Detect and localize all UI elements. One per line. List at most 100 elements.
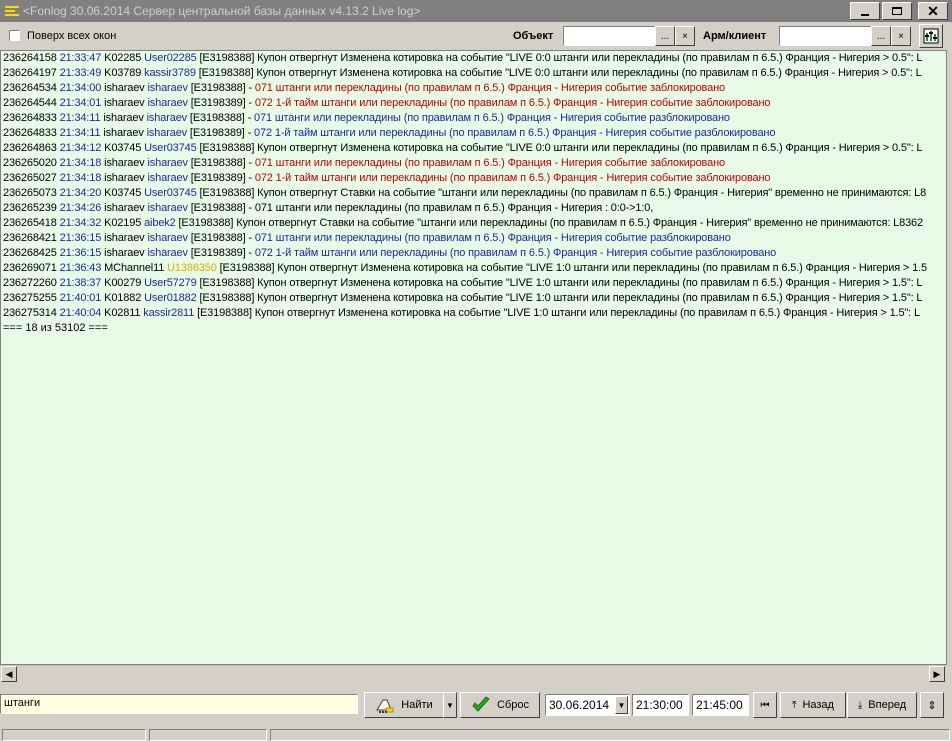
reset-button[interactable]: Сброс [460,692,540,718]
log-line[interactable]: 236265027 21:34:18 isharaev isharaev [E3… [1,171,946,186]
log-segment: 072 1-й тайм штанги или перекладины (по … [254,247,777,259]
log-segment: 21:33:49 [59,67,102,79]
log-segment: isharaev [101,232,148,244]
log-segment: 072 1-й тайм штанги или перекладины (по … [254,127,776,139]
log-segment: [E3198388] Купон отвергнут Изменена коти… [196,277,923,289]
horizontal-scrollbar[interactable]: ◀ ▶ [0,665,947,683]
on-top-checkbox[interactable] [9,30,20,41]
log-line[interactable]: 236264833 21:34:11 isharaev isharaev [E3… [1,126,946,141]
log-segment: 236275314 [3,307,60,319]
log-segment: [E3198388] Купон отвергнут Изменена коти… [216,262,928,274]
log-segment: K02285 [101,52,145,64]
log-segment: 236264863 [3,142,60,154]
log-segment: K03745 [101,187,145,199]
minimize-button[interactable] [850,2,880,20]
log-line[interactable]: 236264534 21:34:00 isharaev isharaev [E3… [1,81,946,96]
log-segment: 236272260 [3,277,60,289]
forward-button[interactable]: ⤓ Вперед [847,692,917,718]
log-segment: isharaev [147,172,188,184]
log-segment: 21:33:47 [59,52,102,64]
arm-client-clear-button[interactable]: × [891,26,911,46]
log-segment: [E3198388] - [187,232,255,244]
log-segment: [E3198388] - [187,112,255,124]
chevron-down-icon: ▼ [617,700,626,710]
log-segment: isharaev [147,82,188,94]
log-line[interactable]: 236265020 21:34:18 isharaev isharaev [E3… [1,156,946,171]
log-segment: isharaev [147,232,188,244]
log-line[interactable]: 236264863 21:34:12 K03745 User03745 [E31… [1,141,946,156]
log-segment: User57279 [144,277,197,289]
log-segment: U1386350 [167,262,217,274]
reset-label: Сброс [497,699,529,711]
date-picker[interactable]: 30.06.2014 ▼ [545,694,630,716]
log-line[interactable]: 236275314 21:40:04 K02811 kassir2811 [E3… [1,306,946,321]
object-clear-button[interactable]: × [675,26,695,46]
log-line[interactable]: 236265073 21:34:20 K03745 User03745 [E31… [1,186,946,201]
log-segment: User03745 [144,187,197,199]
log-segment: K00279 [101,277,145,289]
log-segment: [E3198388] Купон отвергнут Ставки на соб… [196,187,927,199]
log-line[interactable]: 236268425 21:36:15 isharaev isharaev [E3… [1,246,946,261]
find-dropdown-button[interactable]: ▼ [443,692,457,718]
arm-client-browse-button[interactable]: ... [871,26,891,46]
log-segment: [E3198388] Купон отвергнут Изменена коти… [196,142,923,154]
settings-button[interactable] [919,24,943,48]
time-from-input[interactable]: 21:30:00 [632,694,689,716]
status-panel-3 [270,729,950,741]
log-segment: isharaev [101,97,148,109]
close-button[interactable]: ✕ [918,2,948,20]
title-bar: <Fonlog 30.06.2014 Сервер центральной ба… [0,0,952,22]
log-segment: 236265027 [3,172,60,184]
log-segment: K03789 [101,67,145,79]
maximize-button[interactable] [882,2,912,20]
scroll-right-button[interactable]: ▶ [929,666,945,682]
log-view[interactable]: 236264158 21:33:47 K02285 User02285 [E31… [0,50,947,665]
log-segment: isharaev [147,97,188,109]
log-line[interactable]: 236264833 21:34:11 isharaev isharaev [E3… [1,111,946,126]
log-segment: 21:34:11 [59,127,101,139]
bottom-toolbar: штанги Найти ▼ Сброс 30.06.2014 ▼ 21:30:… [0,690,952,720]
log-segment: 21:34:20 [59,187,102,199]
log-segment: [E3198388] Купон отвергнут Ставки на соб… [175,217,924,229]
log-line[interactable]: 236269071 21:36:43 MChannel11 U1386350 [… [1,261,946,276]
date-dropdown-button[interactable]: ▼ [615,696,628,714]
back-button[interactable]: ⤒ Назад [780,692,846,718]
minimize-icon [861,14,869,16]
log-segment: 21:34:32 [59,217,102,229]
go-first-button[interactable]: ⏮ [753,692,777,718]
object-browse-button[interactable]: ... [655,26,675,46]
log-line[interactable]: 236268421 21:36:15 isharaev isharaev [E3… [1,231,946,246]
log-line[interactable]: 236275255 21:40:01 K01882 User01882 [E31… [1,291,946,306]
time-to-input[interactable]: 21:45:00 [692,694,749,716]
arm-client-input[interactable] [779,26,871,46]
log-segment: isharaev [100,112,147,124]
log-line[interactable]: 236265239 21:34:26 isharaev isharaev [E3… [1,201,946,216]
search-input[interactable]: штанги [0,694,358,714]
maximize-icon [892,7,902,15]
scroll-left-button[interactable]: ◀ [1,666,17,682]
log-segment: isharaev [146,112,188,124]
window-title: <Fonlog 30.06.2014 Сервер центральной ба… [23,4,421,18]
log-segment: K02195 [101,217,145,229]
arrow-down-bar-icon: ⤓ [857,699,863,711]
scroll-extremes-button[interactable]: ⇕ [920,692,944,718]
log-line[interactable]: 236264544 21:34:01 isharaev isharaev [E3… [1,96,946,111]
log-line[interactable]: 236264158 21:33:47 K02285 User02285 [E31… [1,51,946,66]
find-button[interactable]: Найти [364,692,444,718]
log-line[interactable]: 236264197 21:33:49 K03789 kassir3789 [E3… [1,66,946,81]
filter-toolbar: Поверх всех окон Объект ... × Арм/клиент… [0,22,952,49]
log-segment: 236268421 [3,232,60,244]
log-footer: === 18 из 53102 === [3,322,108,334]
skip-back-icon: ⏮ [760,699,770,711]
log-segment: K02811 [101,307,144,319]
log-segment: 072 1-й тайм штанги или перекладины (по … [254,97,771,109]
log-segment: MChannel11 [101,262,168,274]
log-segment: 21:34:00 [59,82,102,94]
forward-label: Вперед [868,699,907,711]
log-line[interactable]: 236265418 21:34:32 K02195 aibek2 [E31983… [1,216,946,231]
app-icon [5,5,19,17]
clear-icon: × [682,30,688,42]
log-segment: 21:34:26 [59,202,102,214]
log-line[interactable]: 236272260 21:38:37 K00279 User57279 [E31… [1,276,946,291]
object-input[interactable] [563,26,655,46]
